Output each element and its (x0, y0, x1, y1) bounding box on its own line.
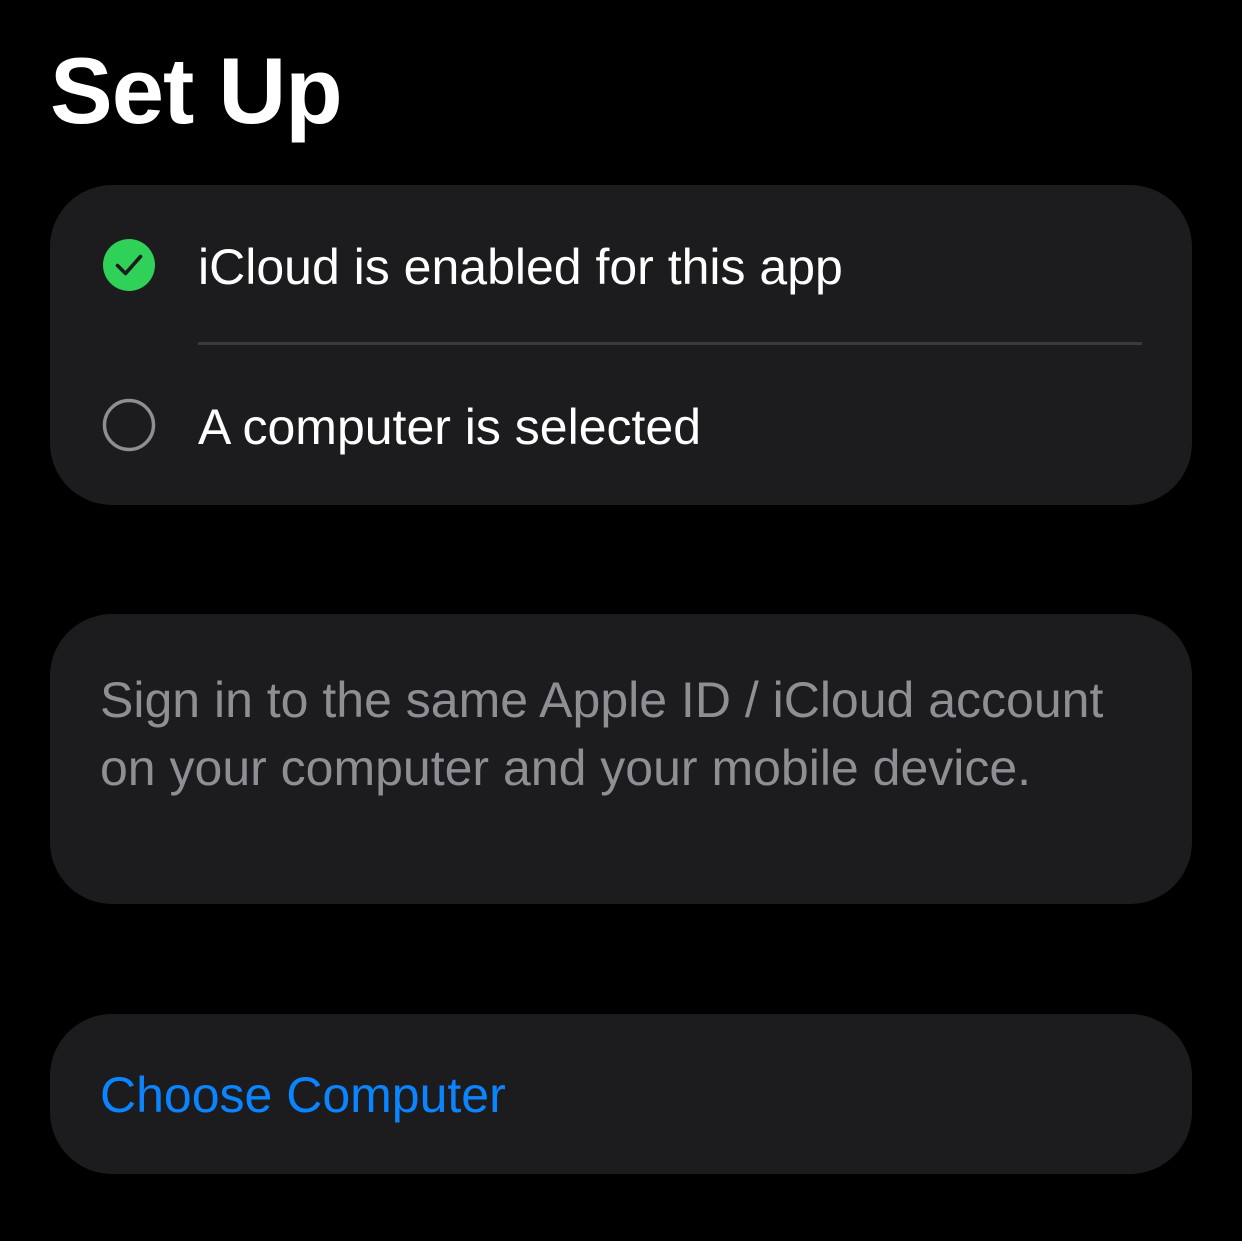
page-title: Set Up (50, 38, 343, 143)
choose-computer-card: Choose Computer (50, 1014, 1192, 1174)
setup-status-card: iCloud is enabled for this app A compute… (50, 185, 1192, 505)
status-row-computer: A computer is selected (50, 345, 1192, 505)
checkmark-circle-icon (103, 239, 155, 291)
status-label-icloud: iCloud is enabled for this app (198, 239, 843, 295)
choose-computer-label: Choose Computer (100, 1067, 506, 1123)
choose-computer-button[interactable]: Choose Computer (50, 1014, 1192, 1174)
empty-circle-icon (102, 398, 156, 452)
info-card: Sign in to the same Apple ID / iCloud ac… (50, 614, 1192, 904)
status-label-computer: A computer is selected (198, 399, 702, 455)
status-row-icloud: iCloud is enabled for this app (50, 185, 1192, 345)
instructions-text: Sign in to the same Apple ID / iCloud ac… (100, 672, 1104, 796)
